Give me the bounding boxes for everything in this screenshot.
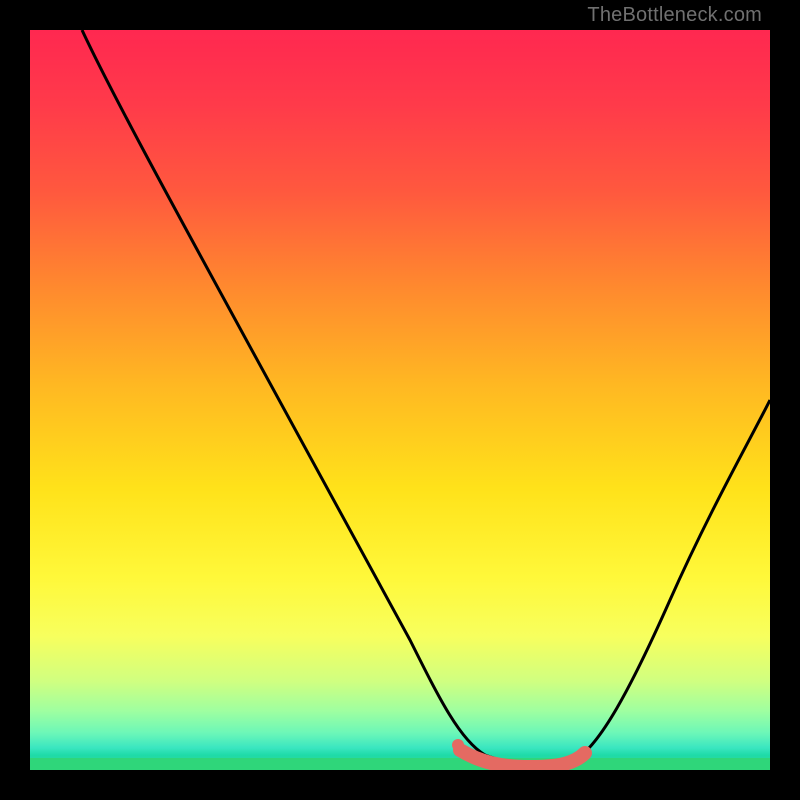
flat-highlight-path	[460, 750, 585, 767]
main-curve-path	[82, 30, 770, 764]
plot-area	[30, 30, 770, 770]
watermark-text: TheBottleneck.com	[587, 4, 762, 27]
highlight-start-dot	[452, 739, 464, 751]
chart-container: TheBottleneck.com	[0, 0, 800, 800]
curve-svg	[30, 30, 770, 770]
